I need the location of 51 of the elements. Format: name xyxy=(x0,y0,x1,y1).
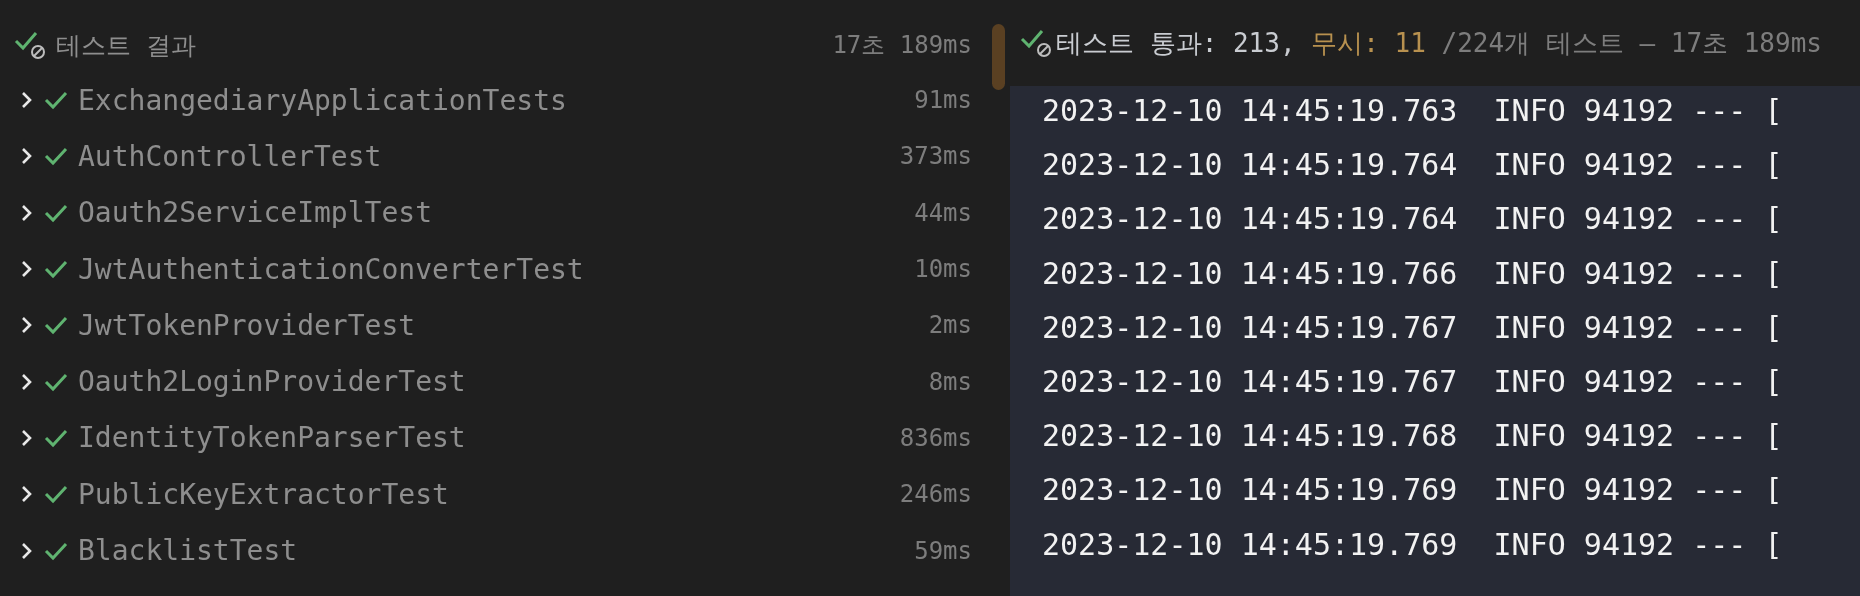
check-icon xyxy=(44,259,68,280)
chevron-icon[interactable] xyxy=(20,203,34,222)
test-name[interactable]: PublicKeyExtractorTest xyxy=(78,477,890,511)
check-icon xyxy=(44,371,68,392)
test-name[interactable]: JwtAuthenticationConverterTest xyxy=(78,252,905,286)
test-duration: 2ms xyxy=(928,311,972,340)
check-icon xyxy=(44,146,68,167)
check-icon xyxy=(44,202,68,223)
scrollbar-thumb[interactable] xyxy=(992,24,1005,90)
chevron-icon[interactable] xyxy=(20,428,34,447)
test-name[interactable]: BlacklistTest xyxy=(78,534,905,567)
chevron-icon[interactable] xyxy=(20,260,34,279)
test-duration: 836ms xyxy=(899,423,972,452)
check-icon xyxy=(44,90,68,111)
check-icon xyxy=(44,540,68,561)
test-duration: 10ms xyxy=(914,255,972,284)
test-duration: 246ms xyxy=(899,480,972,509)
test-name[interactable]: JwtTokenProviderTest xyxy=(78,308,919,342)
test-summary: 테스트 통과: 213, 무시: 11 /224개 테스트 — 17초 189ms xyxy=(1056,26,1822,60)
test-duration: 59ms xyxy=(914,536,972,565)
chevron-icon[interactable] xyxy=(20,372,34,391)
test-name[interactable]: ExchangediaryApplicationTests xyxy=(78,83,905,117)
check-icon xyxy=(44,484,68,505)
check-icon xyxy=(44,315,68,336)
log-line: 2023-12-10 14:45:19.764 INFO 94192 --- [ xyxy=(1042,200,1784,239)
log-line: 2023-12-10 14:45:19.767 INFO 94192 --- [ xyxy=(1042,362,1784,401)
log-line: 2023-12-10 14:45:19.766 INFO 94192 --- [ xyxy=(1042,254,1784,293)
log-line: 2023-12-10 14:45:19.769 INFO 94192 --- [ xyxy=(1042,525,1784,564)
check-skip-icon xyxy=(14,30,46,60)
test-name[interactable]: Oauth2LoginProviderTest xyxy=(78,365,919,399)
log-line: 2023-12-10 14:45:19.769 INFO 94192 --- [ xyxy=(1042,471,1784,510)
test-name[interactable]: AuthControllerTest xyxy=(78,139,890,173)
total-duration: 17초 189ms xyxy=(832,30,972,61)
test-duration: 8ms xyxy=(928,367,972,396)
log-line: 2023-12-10 14:45:19.764 INFO 94192 --- [ xyxy=(1042,146,1784,185)
test-name[interactable]: Oauth2ServiceImplTest xyxy=(78,196,905,230)
chevron-icon[interactable] xyxy=(20,316,34,335)
check-icon xyxy=(44,427,68,448)
check-skip-icon xyxy=(1020,28,1052,58)
test-name[interactable]: IdentityTokenParserTest xyxy=(78,421,890,455)
log-line: 2023-12-10 14:45:19.767 INFO 94192 --- [ xyxy=(1042,308,1784,347)
test-duration: 91ms xyxy=(914,86,972,115)
chevron-icon[interactable] xyxy=(20,91,34,110)
test-duration: 44ms xyxy=(914,198,972,227)
test-duration: 373ms xyxy=(899,142,972,171)
log-line: 2023-12-10 14:45:19.763 INFO 94192 --- [ xyxy=(1042,92,1784,130)
results-title: 테스트 결과 xyxy=(56,29,198,62)
log-line: 2023-12-10 14:45:19.768 INFO 94192 --- [ xyxy=(1042,417,1784,456)
chevron-icon[interactable] xyxy=(20,485,34,504)
chevron-icon[interactable] xyxy=(20,541,34,560)
chevron-icon[interactable] xyxy=(20,147,34,166)
